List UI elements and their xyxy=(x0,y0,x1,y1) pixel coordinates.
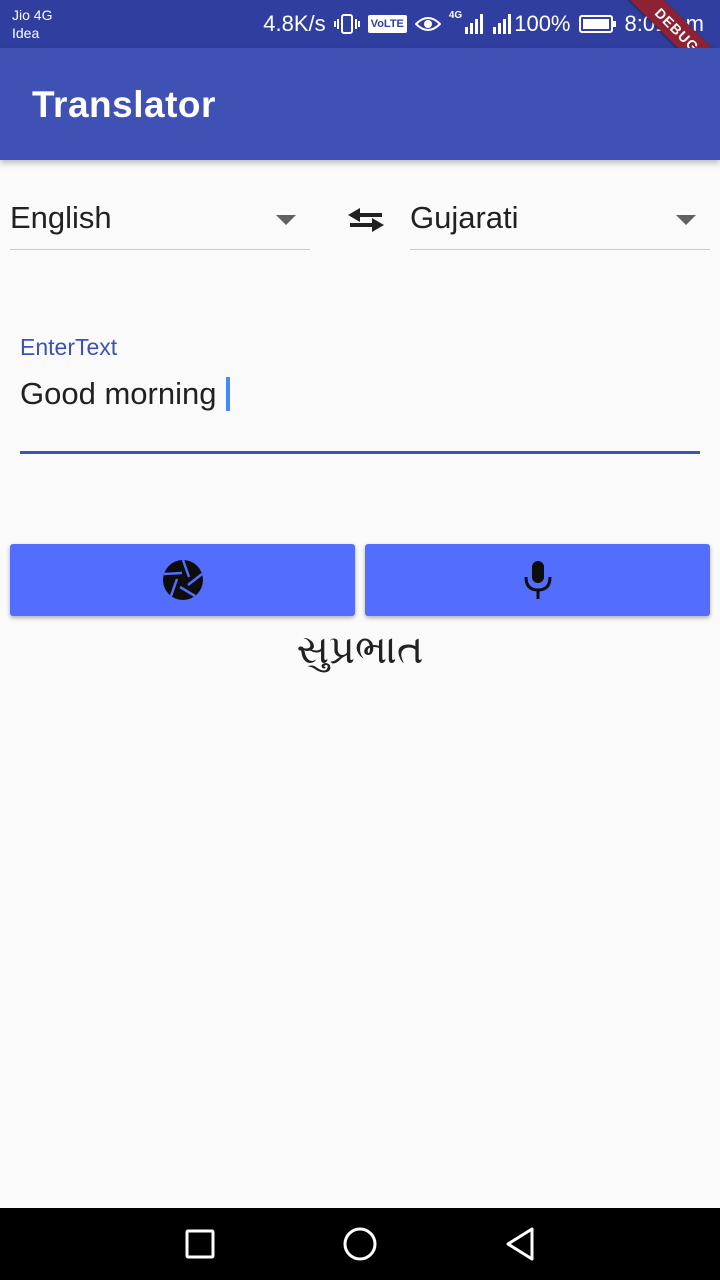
square-icon xyxy=(185,1229,215,1259)
back-triangle-icon xyxy=(506,1227,534,1261)
eye-icon xyxy=(414,15,441,33)
signal-icon-2 xyxy=(492,13,512,35)
navigation-bar xyxy=(0,1208,720,1280)
carrier-info: Jio 4G Idea xyxy=(12,6,52,42)
network-type: 4G xyxy=(448,10,463,21)
dropdown-arrow-icon xyxy=(276,212,296,230)
enter-text-field[interactable]: EnterText Good morning xyxy=(20,330,700,454)
target-language-label: Gujarati xyxy=(410,200,519,235)
recents-button[interactable] xyxy=(182,1226,218,1262)
text-cursor xyxy=(226,377,231,411)
volte-icon: VoLTE xyxy=(367,15,407,33)
translated-text: સુપ્રભાત xyxy=(296,628,424,672)
battery-icon xyxy=(578,14,617,34)
target-language-dropdown[interactable]: Gujarati xyxy=(410,192,710,250)
battery-percent: 100% xyxy=(514,11,571,36)
signal-icon-1 xyxy=(464,13,484,35)
app-title: Translator xyxy=(32,84,216,125)
status-indicators: 4.8K/s VoLTE 4G 100% 8:01 am xyxy=(263,10,704,38)
app-bar: Translator xyxy=(0,48,720,160)
microphone-button[interactable] xyxy=(365,544,710,616)
enter-text-label: EnterText xyxy=(20,334,118,360)
swap-languages-button[interactable] xyxy=(344,200,388,240)
home-button[interactable] xyxy=(342,1226,378,1262)
network-speed: 4.8K/s xyxy=(263,11,326,36)
dropdown-arrow-icon xyxy=(676,212,696,230)
carrier-secondary: Idea xyxy=(12,25,40,41)
carrier-primary: Jio 4G xyxy=(12,7,53,23)
vibrate-icon xyxy=(333,13,360,35)
status-bar: Jio 4G Idea 4.8K/s VoLTE 4G 100% 8:01 am… xyxy=(0,0,720,48)
back-button[interactable] xyxy=(502,1226,538,1262)
circle-icon xyxy=(343,1227,377,1261)
microphone-icon xyxy=(524,561,551,599)
input-value: Good morning xyxy=(20,376,217,411)
swap-icon xyxy=(348,208,384,232)
source-language-dropdown[interactable]: English xyxy=(10,192,310,250)
camera-button[interactable] xyxy=(10,544,355,616)
enter-text-input[interactable]: Good morning xyxy=(20,376,231,412)
camera-icon xyxy=(162,559,203,600)
source-language-label: English xyxy=(10,200,112,235)
